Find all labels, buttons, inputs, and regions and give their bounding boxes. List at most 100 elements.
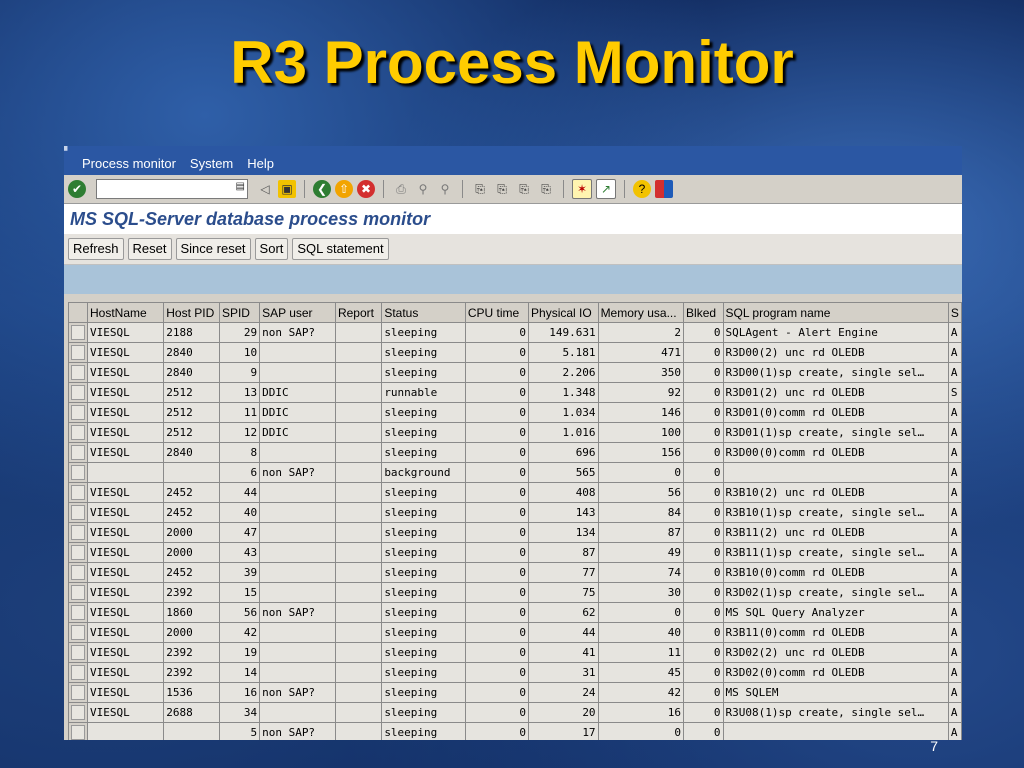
cell-extra[interactable]: A: [947, 342, 962, 363]
cell-physical-io[interactable]: 41: [528, 642, 599, 663]
row-selector[interactable]: [68, 602, 88, 623]
cell-extra[interactable]: S: [947, 382, 962, 403]
row-selector[interactable]: [68, 682, 88, 703]
cell-extra[interactable]: A: [947, 602, 962, 623]
cell-spid[interactable]: 56: [218, 602, 261, 623]
cell-physical-io[interactable]: 565: [528, 462, 599, 483]
cell-host-pid[interactable]: 2000: [163, 622, 220, 643]
table-row[interactable]: VIESQL 2512 12 DDIC sleeping 0 1.016 100 0 R3D01(…: [68, 422, 962, 443]
row-selector[interactable]: [68, 722, 88, 740]
cell-hostname[interactable]: VIESQL: [86, 362, 165, 383]
cell-cpu-time[interactable]: 0: [464, 362, 530, 383]
cell-extra[interactable]: A: [947, 502, 962, 523]
menu-system[interactable]: System: [190, 156, 233, 171]
cell-blked[interactable]: 0: [683, 462, 724, 483]
cell-blked[interactable]: 0: [683, 382, 724, 403]
cell-physical-io[interactable]: 1.348: [528, 382, 599, 403]
cell-host-pid[interactable]: 2188: [163, 322, 220, 343]
column-header-physical-io[interactable]: Physical IO: [528, 302, 599, 323]
cell-extra[interactable]: A: [947, 662, 962, 683]
cell-sap-user[interactable]: [259, 662, 336, 683]
cell-report[interactable]: [334, 662, 383, 683]
cell-host-pid[interactable]: 2452: [163, 502, 220, 523]
row-selector[interactable]: [68, 642, 88, 663]
cell-spid[interactable]: 40: [218, 502, 261, 523]
cell-status[interactable]: sleeping: [381, 702, 466, 723]
cell-memory-usage[interactable]: 84: [597, 502, 685, 523]
cell-cpu-time[interactable]: 0: [464, 622, 530, 643]
table-row[interactable]: VIESQL 2452 40 sleeping 0 143 84 0 R3B10(1)sp cr…: [68, 502, 962, 523]
cell-host-pid[interactable]: 2512: [163, 382, 220, 403]
enter-icon[interactable]: ✔: [68, 180, 86, 198]
cell-spid[interactable]: 10: [218, 342, 261, 363]
cell-sap-user[interactable]: [259, 482, 336, 503]
row-selector[interactable]: [68, 662, 88, 683]
cell-sql-program-name[interactable]: MS SQL Query Analyzer: [722, 602, 949, 623]
cell-hostname[interactable]: VIESQL: [86, 642, 165, 663]
cell-physical-io[interactable]: 24: [528, 682, 599, 703]
cell-physical-io[interactable]: 87: [528, 542, 599, 563]
cell-cpu-time[interactable]: 0: [464, 422, 530, 443]
column-header-spid[interactable]: SPID: [218, 302, 261, 323]
cell-blked[interactable]: 0: [683, 642, 724, 663]
cell-extra[interactable]: A: [947, 642, 962, 663]
cell-sap-user[interactable]: [259, 362, 336, 383]
cell-cpu-time[interactable]: 0: [464, 342, 530, 363]
column-header-extra[interactable]: S: [947, 302, 962, 323]
cell-memory-usage[interactable]: 350: [597, 362, 685, 383]
cell-report[interactable]: [334, 422, 383, 443]
row-selector-header[interactable]: [68, 302, 88, 323]
column-header-sap-user[interactable]: SAP user: [259, 302, 336, 323]
cell-sql-program-name[interactable]: R3B10(1)sp create, single sel…: [722, 502, 949, 523]
cell-status[interactable]: sleeping: [381, 602, 466, 623]
table-row[interactable]: VIESQL 2512 11 DDIC sleeping 0 1.034 146 0 R3D01(…: [68, 402, 962, 423]
cell-status[interactable]: sleeping: [381, 682, 466, 703]
cell-sap-user[interactable]: non SAP?: [259, 462, 336, 483]
cell-extra[interactable]: A: [947, 362, 962, 383]
cell-hostname[interactable]: VIESQL: [86, 582, 165, 603]
cell-cpu-time[interactable]: 0: [464, 482, 530, 503]
cell-physical-io[interactable]: 20: [528, 702, 599, 723]
cell-physical-io[interactable]: 75: [528, 582, 599, 603]
cell-status[interactable]: sleeping: [381, 562, 466, 583]
cell-extra[interactable]: A: [947, 482, 962, 503]
cell-memory-usage[interactable]: 30: [597, 582, 685, 603]
cell-report[interactable]: [334, 602, 383, 623]
cell-report[interactable]: [334, 442, 383, 463]
cell-physical-io[interactable]: 696: [528, 442, 599, 463]
cell-blked[interactable]: 0: [683, 522, 724, 543]
cell-extra[interactable]: A: [947, 402, 962, 423]
cell-sap-user[interactable]: [259, 702, 336, 723]
cell-sap-user[interactable]: [259, 582, 336, 603]
cell-memory-usage[interactable]: 2: [597, 322, 685, 343]
reset-button[interactable]: Reset: [127, 238, 172, 260]
cell-cpu-time[interactable]: 0: [464, 402, 530, 423]
table-row[interactable]: VIESQL 2840 10 sleeping 0 5.181 471 0 R3D00(2) u…: [68, 342, 962, 363]
cell-extra[interactable]: A: [947, 682, 962, 703]
cell-spid[interactable]: 42: [218, 622, 261, 643]
column-header-memory-usage[interactable]: Memory usa...: [597, 302, 685, 323]
cell-hostname[interactable]: [86, 462, 165, 483]
table-row[interactable]: VIESQL 1860 56 non SAP? sleeping 0 62 0 0 MS SQL …: [68, 602, 962, 623]
table-row[interactable]: VIESQL 2452 44 sleeping 0 408 56 0 R3B10(2) unc …: [68, 482, 962, 503]
cell-blked[interactable]: 0: [683, 482, 724, 503]
cell-cpu-time[interactable]: 0: [464, 682, 530, 703]
cell-status[interactable]: sleeping: [381, 322, 466, 343]
cell-status[interactable]: sleeping: [381, 622, 466, 643]
print-icon[interactable]: ⎙: [392, 180, 410, 198]
cell-report[interactable]: [334, 362, 383, 383]
cell-blked[interactable]: 0: [683, 682, 724, 703]
cell-sql-program-name[interactable]: R3D00(1)sp create, single sel…: [722, 362, 949, 383]
cell-host-pid[interactable]: 2840: [163, 442, 220, 463]
cell-sap-user[interactable]: [259, 522, 336, 543]
cell-memory-usage[interactable]: 74: [597, 562, 685, 583]
cell-spid[interactable]: 9: [218, 362, 261, 383]
cell-cpu-time[interactable]: 0: [464, 522, 530, 543]
cell-blked[interactable]: 0: [683, 702, 724, 723]
cell-extra[interactable]: A: [947, 722, 962, 740]
cell-report[interactable]: [334, 642, 383, 663]
column-header-report[interactable]: Report: [334, 302, 383, 323]
exit-icon[interactable]: ⇧: [335, 180, 353, 198]
cell-sql-program-name[interactable]: R3B11(0)comm rd OLEDB: [722, 622, 949, 643]
cell-status[interactable]: sleeping: [381, 442, 466, 463]
